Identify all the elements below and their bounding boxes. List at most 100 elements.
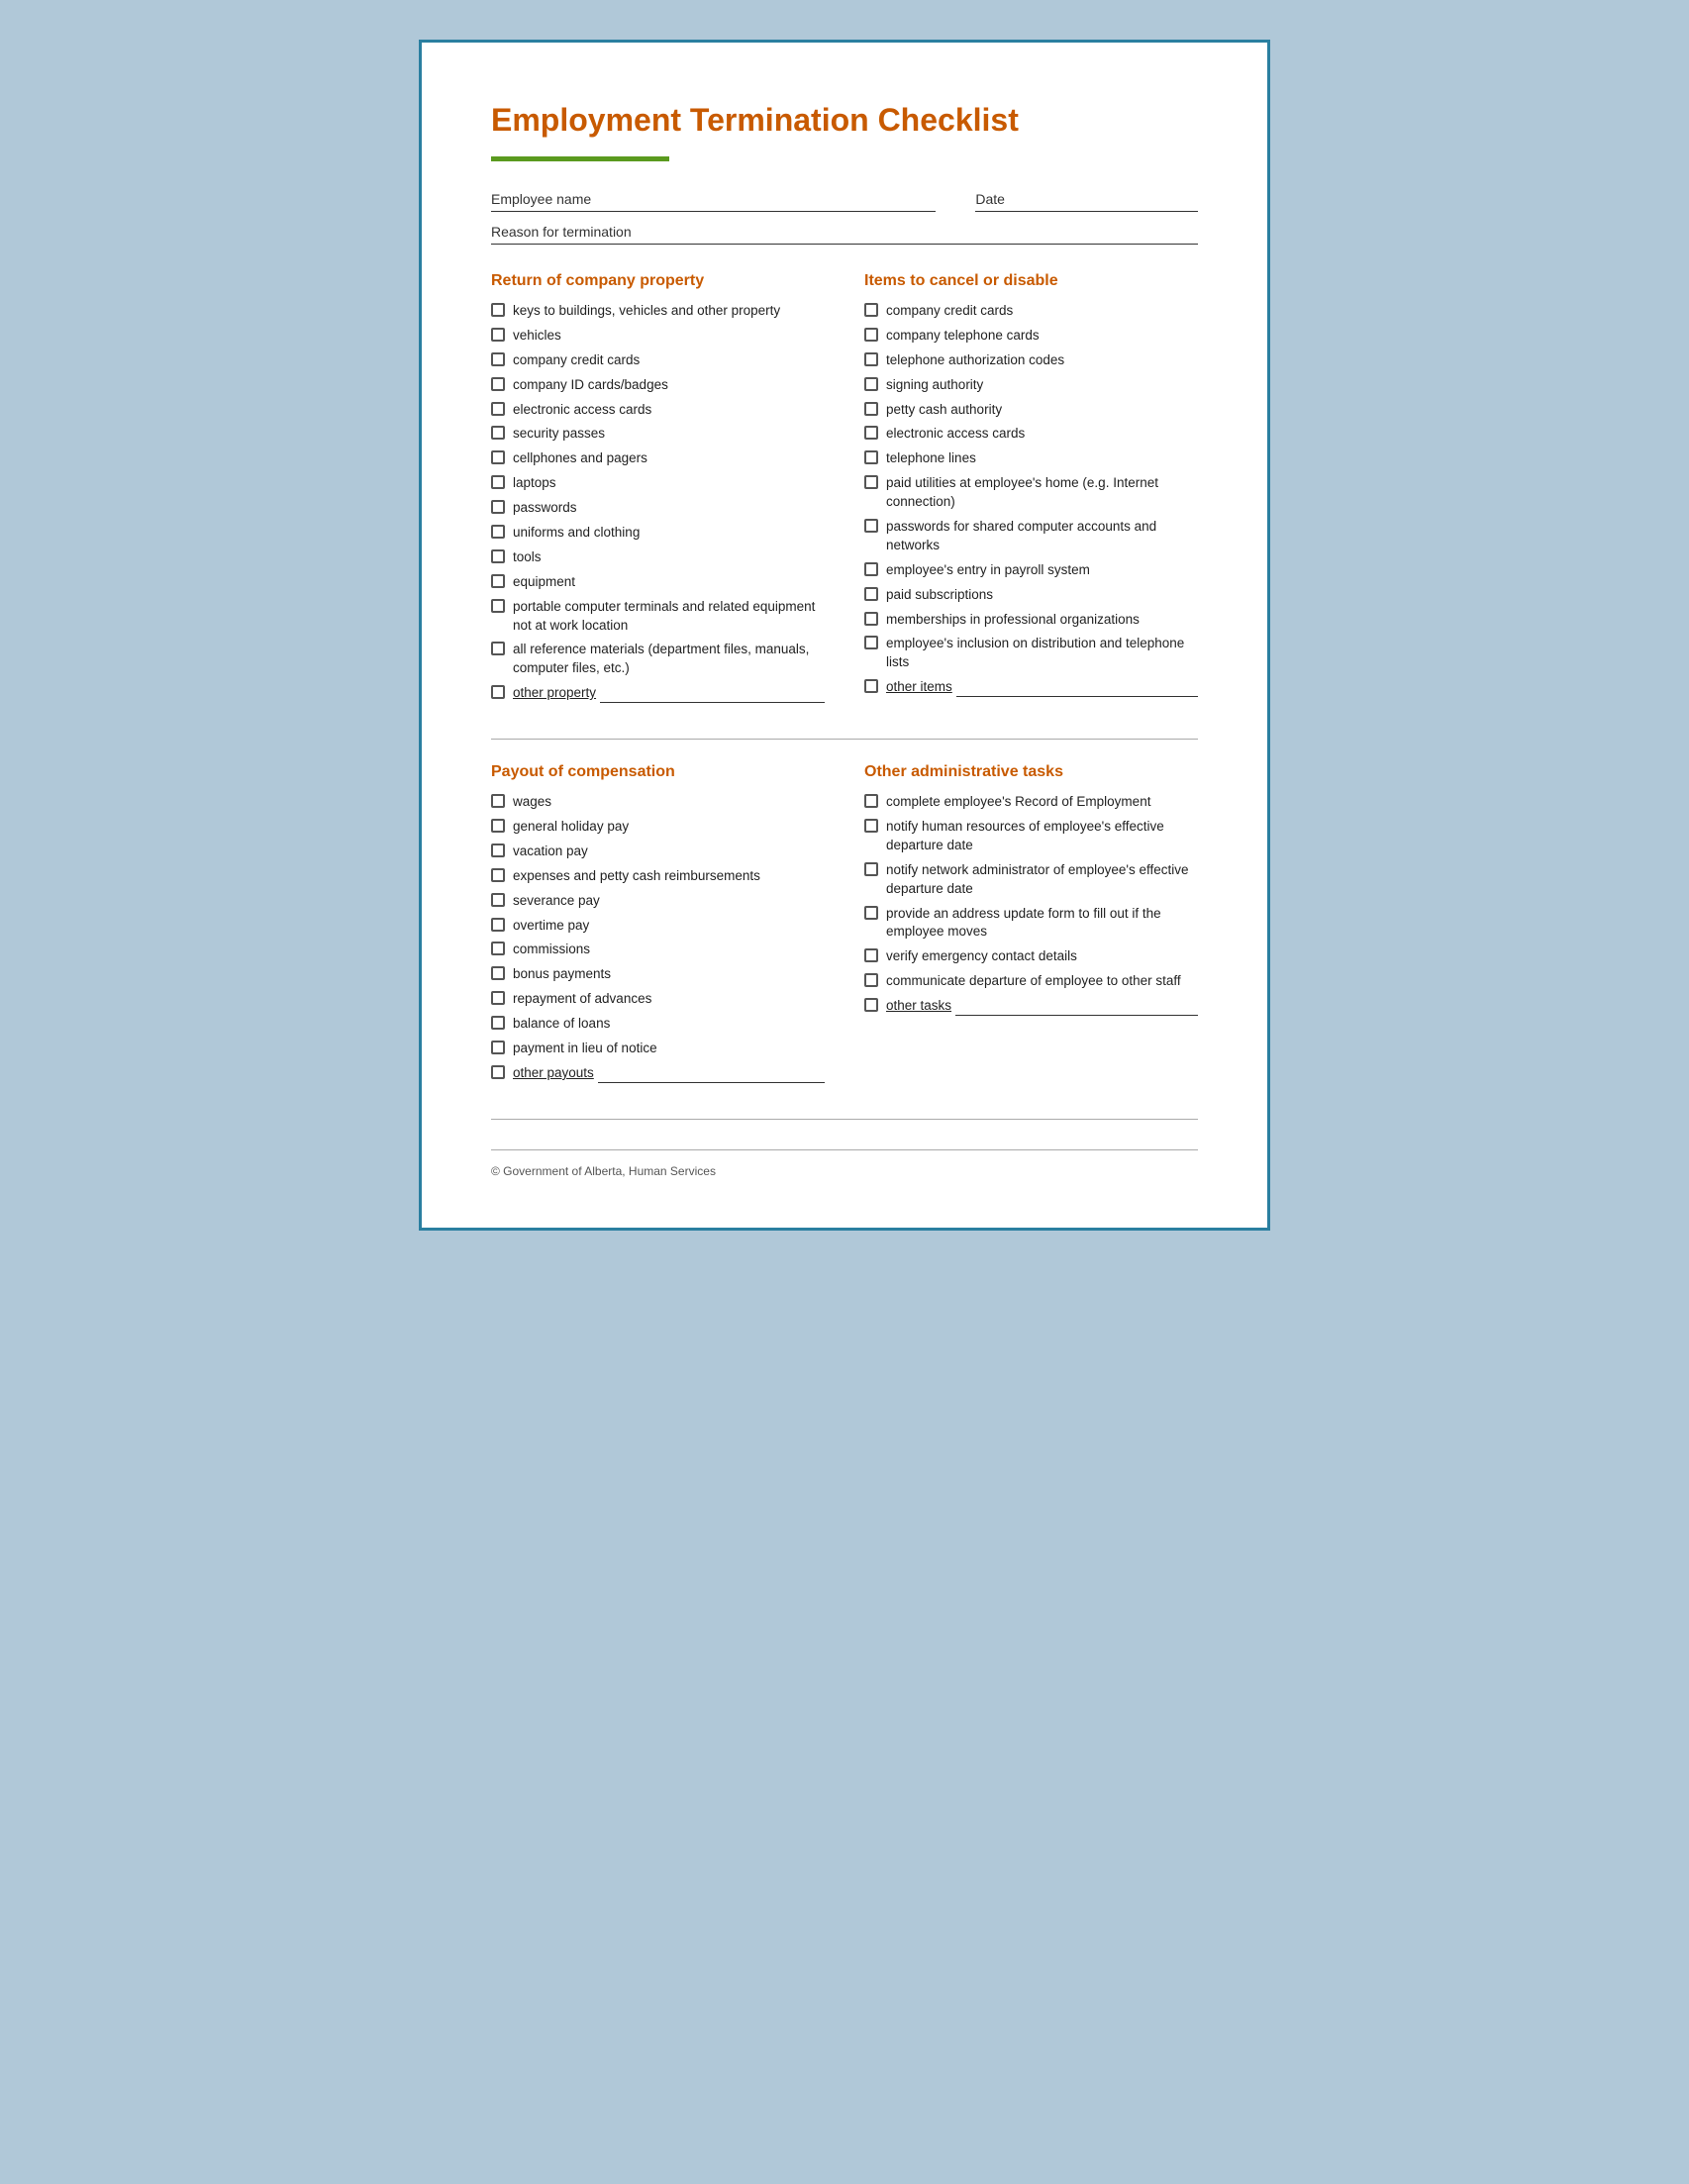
list-item: tools bbox=[491, 548, 825, 567]
list-item: security passes bbox=[491, 425, 825, 444]
checkbox[interactable] bbox=[864, 948, 878, 962]
checkbox[interactable] bbox=[491, 918, 505, 932]
checkbox[interactable] bbox=[864, 450, 878, 464]
list-item: general holiday pay bbox=[491, 818, 825, 837]
list-item: passwords for shared computer accounts a… bbox=[864, 518, 1198, 555]
checkbox[interactable] bbox=[491, 868, 505, 882]
list-item: telephone lines bbox=[864, 449, 1198, 468]
checkbox[interactable] bbox=[491, 942, 505, 955]
footer-divider bbox=[491, 1119, 1198, 1120]
list-item: vehicles bbox=[491, 327, 825, 346]
checkbox[interactable] bbox=[491, 642, 505, 655]
cancel-disable-section: Items to cancel or disable company credi… bbox=[864, 272, 1198, 709]
checkbox[interactable] bbox=[864, 862, 878, 876]
checkbox[interactable] bbox=[864, 679, 878, 693]
date-field[interactable]: Date bbox=[975, 191, 1198, 212]
checkbox[interactable] bbox=[864, 519, 878, 533]
checkbox[interactable] bbox=[864, 352, 878, 366]
payout-section: Payout of compensation wages general hol… bbox=[491, 763, 825, 1089]
form-row-1: Employee name Date bbox=[491, 191, 1198, 212]
checkbox[interactable] bbox=[491, 303, 505, 317]
list-item: equipment bbox=[491, 573, 825, 592]
admin-tasks-list: complete employee's Record of Employment… bbox=[864, 793, 1198, 1016]
list-item: other property bbox=[491, 684, 825, 703]
footer-text: © Government of Alberta, Human Services bbox=[491, 1164, 716, 1178]
cancel-disable-list: company credit cards company telephone c… bbox=[864, 302, 1198, 697]
page-title: Employment Termination Checklist bbox=[491, 102, 1198, 139]
checkbox[interactable] bbox=[491, 1041, 505, 1054]
checkbox[interactable] bbox=[491, 426, 505, 440]
checkbox[interactable] bbox=[491, 991, 505, 1005]
page: Employment Termination Checklist Employe… bbox=[419, 40, 1270, 1231]
list-item: uniforms and clothing bbox=[491, 524, 825, 543]
list-item: notify network administrator of employee… bbox=[864, 861, 1198, 899]
checkbox[interactable] bbox=[491, 377, 505, 391]
checkbox[interactable] bbox=[491, 893, 505, 907]
list-item: telephone authorization codes bbox=[864, 351, 1198, 370]
checkbox[interactable] bbox=[491, 500, 505, 514]
checkbox[interactable] bbox=[491, 450, 505, 464]
list-item: expenses and petty cash reimbursements bbox=[491, 867, 825, 886]
checkbox[interactable] bbox=[491, 328, 505, 342]
list-item: communicate departure of employee to oth… bbox=[864, 972, 1198, 991]
list-item: severance pay bbox=[491, 892, 825, 911]
checkbox[interactable] bbox=[491, 794, 505, 808]
checkbox[interactable] bbox=[491, 819, 505, 833]
checkbox[interactable] bbox=[864, 402, 878, 416]
decorative-bar bbox=[491, 156, 669, 161]
cancel-disable-title: Items to cancel or disable bbox=[864, 272, 1198, 290]
list-item: signing authority bbox=[864, 376, 1198, 395]
checkbox[interactable] bbox=[491, 549, 505, 563]
list-item: paid subscriptions bbox=[864, 586, 1198, 605]
bottom-columns: Payout of compensation wages general hol… bbox=[491, 763, 1198, 1089]
list-item: keys to buildings, vehicles and other pr… bbox=[491, 302, 825, 321]
list-item: balance of loans bbox=[491, 1015, 825, 1034]
checkbox[interactable] bbox=[491, 844, 505, 857]
checkbox[interactable] bbox=[864, 636, 878, 649]
checkbox[interactable] bbox=[864, 475, 878, 489]
section-divider bbox=[491, 739, 1198, 740]
checkbox[interactable] bbox=[864, 998, 878, 1012]
list-item: memberships in professional organization… bbox=[864, 611, 1198, 630]
checkbox[interactable] bbox=[491, 1016, 505, 1030]
list-item: all reference materials (department file… bbox=[491, 641, 825, 678]
list-item: company ID cards/badges bbox=[491, 376, 825, 395]
employee-name-field[interactable]: Employee name bbox=[491, 191, 936, 212]
list-item: employee's inclusion on distribution and… bbox=[864, 635, 1198, 672]
checkbox[interactable] bbox=[864, 426, 878, 440]
checkbox[interactable] bbox=[491, 475, 505, 489]
checkbox[interactable] bbox=[491, 352, 505, 366]
checkbox[interactable] bbox=[864, 973, 878, 987]
checkbox[interactable] bbox=[491, 1065, 505, 1079]
list-item: complete employee's Record of Employment bbox=[864, 793, 1198, 812]
checkbox[interactable] bbox=[864, 562, 878, 576]
checkbox[interactable] bbox=[864, 328, 878, 342]
admin-tasks-section: Other administrative tasks complete empl… bbox=[864, 763, 1198, 1089]
list-item: notify human resources of employee's eff… bbox=[864, 818, 1198, 855]
checkbox[interactable] bbox=[864, 906, 878, 920]
reason-field[interactable]: Reason for termination bbox=[491, 224, 1198, 245]
list-item: other payouts bbox=[491, 1064, 825, 1083]
reason-label: Reason for termination bbox=[491, 224, 632, 240]
footer: © Government of Alberta, Human Services bbox=[491, 1149, 1198, 1178]
return-property-list: keys to buildings, vehicles and other pr… bbox=[491, 302, 825, 703]
list-item: other items bbox=[864, 678, 1198, 697]
payout-title: Payout of compensation bbox=[491, 763, 825, 781]
list-item: verify emergency contact details bbox=[864, 947, 1198, 966]
checkbox[interactable] bbox=[491, 574, 505, 588]
checkbox[interactable] bbox=[491, 966, 505, 980]
list-item: wages bbox=[491, 793, 825, 812]
checkbox[interactable] bbox=[864, 303, 878, 317]
checkbox[interactable] bbox=[864, 612, 878, 626]
checkbox[interactable] bbox=[491, 525, 505, 539]
return-property-title: Return of company property bbox=[491, 272, 825, 290]
checkbox[interactable] bbox=[864, 794, 878, 808]
checkbox[interactable] bbox=[491, 402, 505, 416]
checkbox[interactable] bbox=[491, 599, 505, 613]
checkbox[interactable] bbox=[864, 377, 878, 391]
checkbox[interactable] bbox=[864, 587, 878, 601]
checkbox[interactable] bbox=[864, 819, 878, 833]
list-item: company credit cards bbox=[864, 302, 1198, 321]
checkbox[interactable] bbox=[491, 685, 505, 699]
list-item: electronic access cards bbox=[864, 425, 1198, 444]
